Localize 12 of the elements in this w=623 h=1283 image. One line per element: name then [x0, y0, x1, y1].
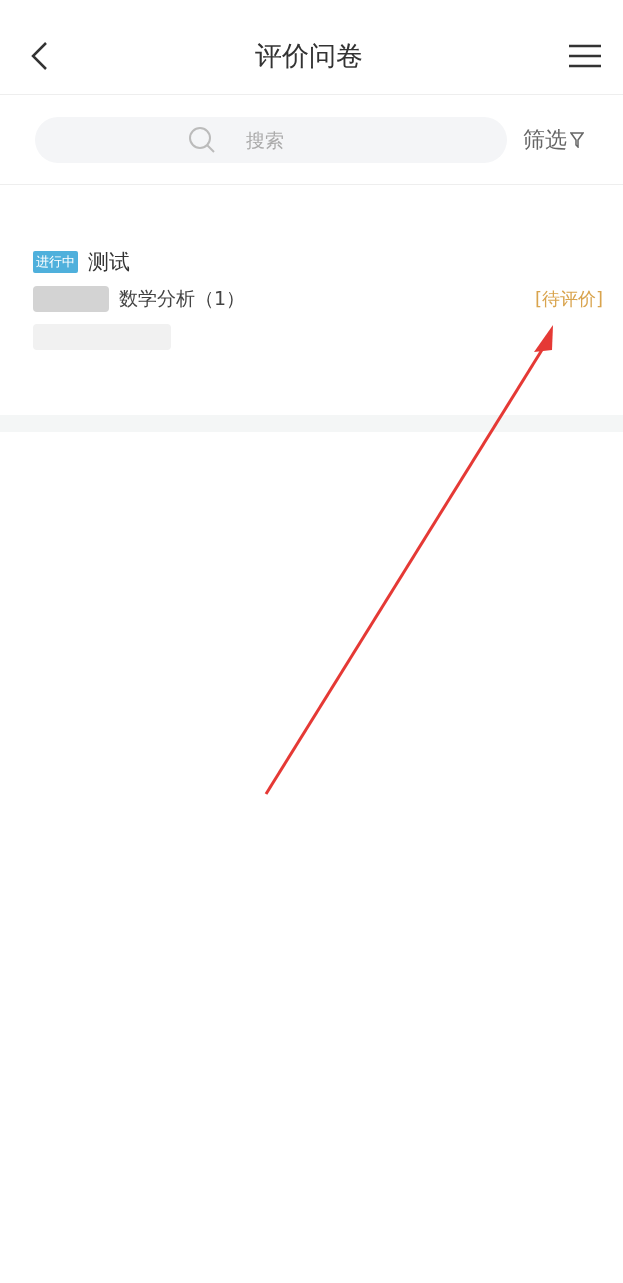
status-badge: 进行中	[33, 251, 78, 273]
back-icon	[30, 41, 48, 71]
menu-button[interactable]	[569, 44, 601, 68]
search-field[interactable]: 搜索	[35, 116, 507, 163]
search-icon	[188, 125, 216, 154]
filter-icon	[570, 131, 584, 148]
course-name: 数学分析（1）	[119, 286, 246, 311]
survey-title: 测试	[88, 249, 130, 276]
filter-button[interactable]: 筛选	[523, 124, 584, 155]
page-title: 评价问卷	[254, 39, 363, 73]
back-button[interactable]	[30, 41, 48, 71]
menu-icon	[569, 44, 601, 68]
